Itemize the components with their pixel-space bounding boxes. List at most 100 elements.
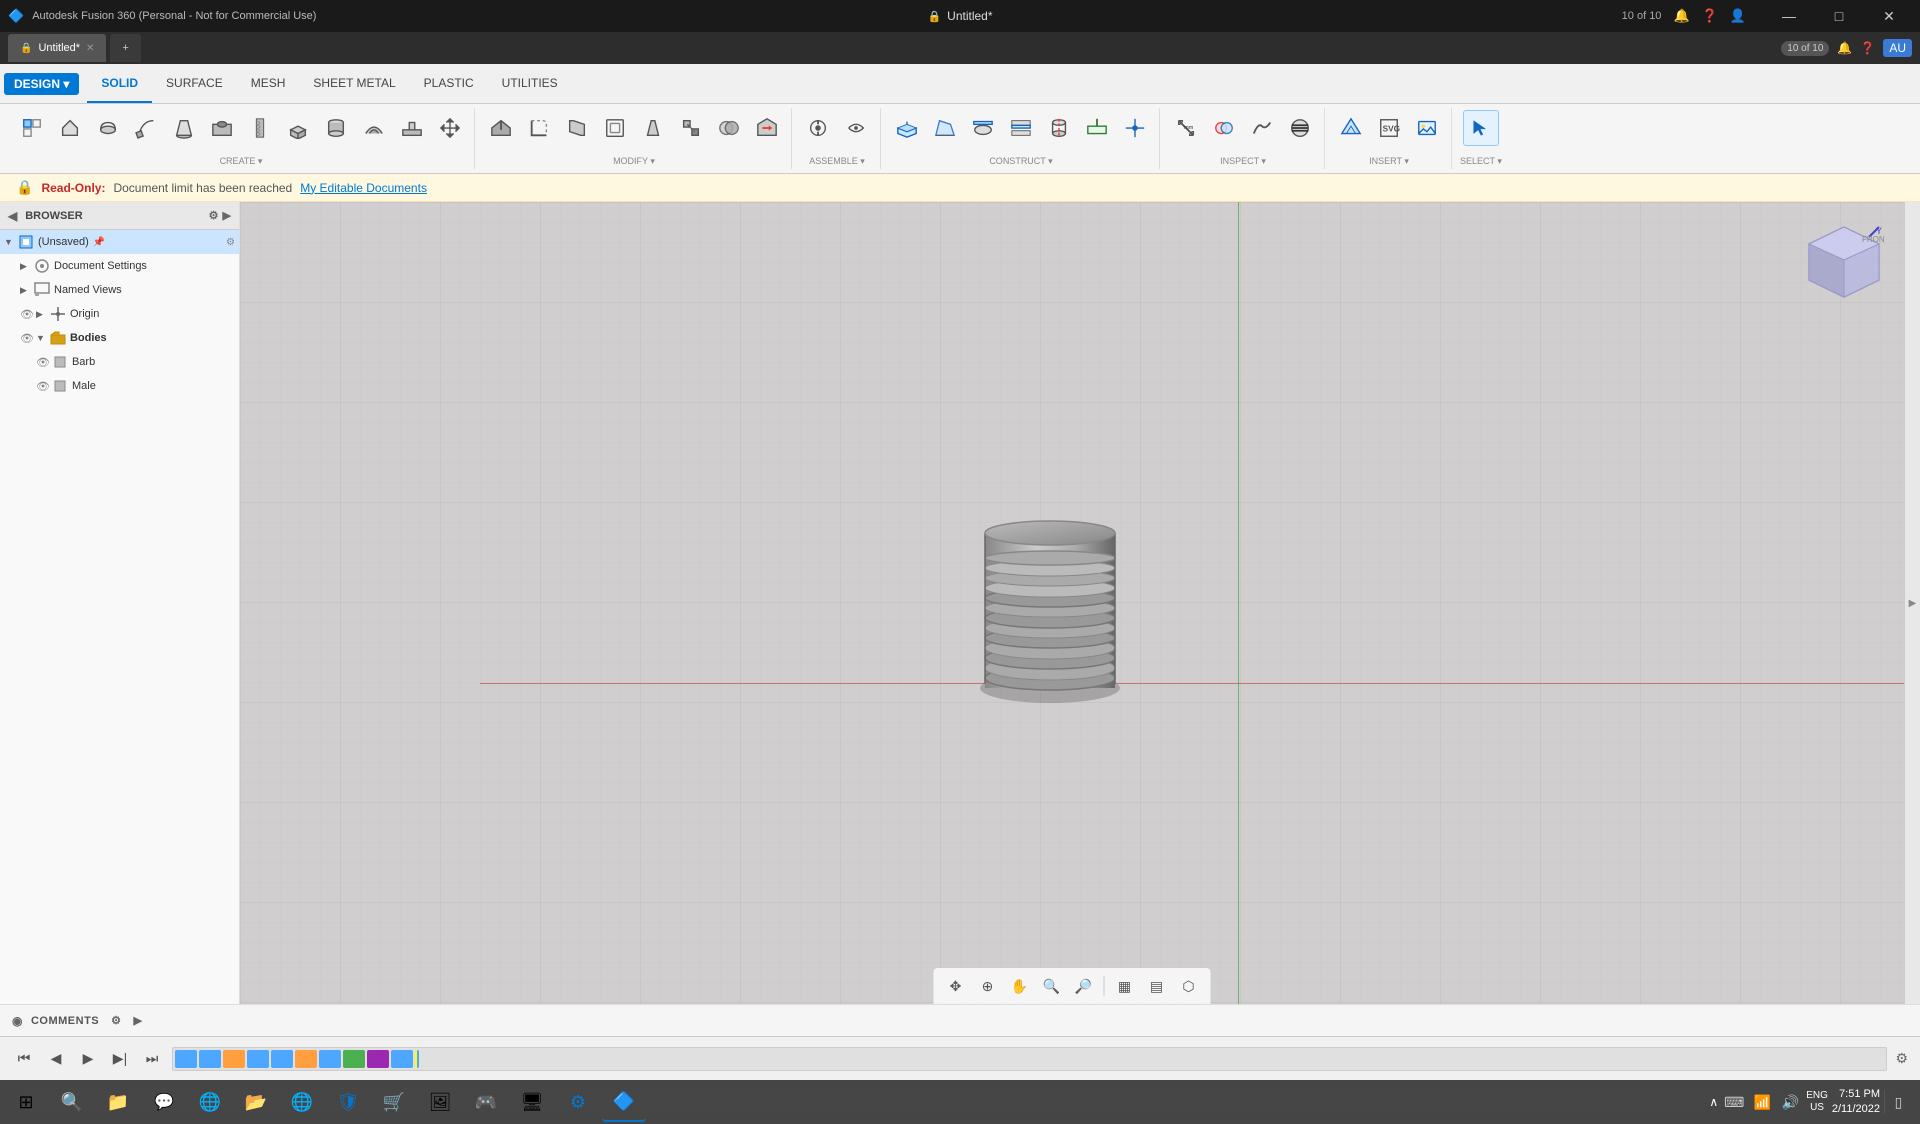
tree-item-barb[interactable]: 👁 Barb [0, 350, 239, 374]
loft-button[interactable] [166, 110, 202, 146]
taskbar-photos[interactable]: 🖼 [418, 1082, 462, 1122]
view-cube[interactable]: Y FRONT [1804, 222, 1884, 302]
plane-at-angle-button[interactable] [927, 110, 963, 146]
timeline-next-button[interactable]: ▶| [108, 1047, 132, 1071]
tree-item-unsaved[interactable]: ▼ (Unsaved) 📌 ⚙ [0, 230, 239, 254]
chamfer-button[interactable] [559, 110, 595, 146]
browser-settings-icon[interactable]: ⚙ [209, 209, 219, 222]
taskbar-chrome[interactable]: 🌐 [280, 1082, 324, 1122]
hole-button[interactable] [204, 110, 240, 146]
viewport[interactable]: Y FRONT [240, 202, 1904, 1004]
timeline-play-button[interactable]: ▶ [76, 1047, 100, 1071]
show-desktop-button[interactable]: ▯ [1884, 1090, 1908, 1114]
browser-expand-icon[interactable]: ▶ [223, 209, 231, 222]
motion-link-button[interactable] [838, 110, 874, 146]
editable-docs-link[interactable]: My Editable Documents [300, 181, 427, 195]
notifications-icon[interactable]: 🔔 [1673, 8, 1689, 24]
help-icon[interactable]: ❓ [1702, 8, 1718, 24]
timeline-prev-button[interactable]: ◀ [44, 1047, 68, 1071]
taskbar-settings-app[interactable]: ⚙ [556, 1082, 600, 1122]
visual-style-button[interactable]: ▤ [1143, 972, 1171, 1000]
point-button[interactable] [1117, 110, 1153, 146]
axis-through-cylinder-button[interactable] [1041, 110, 1077, 146]
scale-button[interactable] [673, 110, 709, 146]
thread-button[interactable] [242, 110, 278, 146]
tab-surface[interactable]: SURFACE [152, 64, 237, 103]
tab-plastic[interactable]: PLASTIC [410, 64, 488, 103]
taskbar-up-arrow[interactable]: ∧ [1709, 1095, 1718, 1109]
tree-item-bodies[interactable]: 👁 ▼ Bodies [0, 326, 239, 350]
taskbar-locale[interactable]: ENGUS [1806, 1090, 1828, 1114]
select-button[interactable] [1463, 110, 1499, 146]
draft-button[interactable] [635, 110, 671, 146]
right-sidebar[interactable]: ▶ [1904, 202, 1920, 1004]
extrude-button[interactable] [52, 110, 88, 146]
zebra-button[interactable] [1282, 110, 1318, 146]
comments-expand-icon[interactable]: ◉ [12, 1014, 23, 1028]
maximize-button[interactable]: □ [1816, 0, 1862, 32]
timeline-item-3[interactable] [223, 1050, 245, 1068]
tree-item-male[interactable]: 👁 Male [0, 374, 239, 398]
timeline-item-10[interactable] [391, 1050, 413, 1068]
environment-button[interactable]: ⬡ [1175, 972, 1203, 1000]
insert-mesh-button[interactable] [1333, 110, 1369, 146]
tab-mesh[interactable]: MESH [237, 64, 300, 103]
box-button[interactable] [280, 110, 316, 146]
design-dropdown[interactable]: DESIGN ▾ [4, 73, 79, 95]
tab-help-icon[interactable]: ❓ [1860, 41, 1875, 55]
tab-account-icon[interactable]: AU [1883, 39, 1912, 57]
search-taskbar-button[interactable]: 🔍 [50, 1082, 94, 1122]
timeline-item-2[interactable] [199, 1050, 221, 1068]
comments-settings-icon[interactable]: ⚙ [111, 1014, 121, 1027]
timeline-item-6[interactable] [295, 1050, 317, 1068]
eye-icon-origin[interactable]: 👁 [20, 308, 34, 321]
minimize-button[interactable]: — [1766, 0, 1812, 32]
tab-sheet-metal[interactable]: SHEET METAL [299, 64, 409, 103]
taskbar-edge[interactable]: 🌐 [188, 1082, 232, 1122]
move-button[interactable] [432, 110, 468, 146]
zoom-button[interactable]: 🔍 [1038, 972, 1066, 1000]
document-tab[interactable]: 🔒 Untitled* ✕ [8, 34, 106, 62]
taskbar-defender[interactable]: 🛡 [326, 1082, 370, 1122]
pan-button[interactable]: ✋ [1006, 972, 1034, 1000]
orbit-button[interactable]: ⊕ [974, 972, 1002, 1000]
taskbar-explorer[interactable]: 📁 [96, 1082, 140, 1122]
fillet-button[interactable] [521, 110, 557, 146]
timeline-item-7[interactable] [319, 1050, 341, 1068]
insert-image-button[interactable] [1409, 110, 1445, 146]
replace-face-button[interactable] [749, 110, 785, 146]
timeline-item-9[interactable] [367, 1050, 389, 1068]
account-icon[interactable]: 👤 [1730, 8, 1746, 24]
insert-svg-button[interactable]: SVG [1371, 110, 1407, 146]
taskbar-clock[interactable]: 7:51 PM 2/11/2022 [1832, 1087, 1880, 1118]
tree-item-origin[interactable]: 👁 ▶ Origin [0, 302, 239, 326]
eye-icon-bodies[interactable]: 👁 [20, 332, 34, 345]
timeline-item-8[interactable] [343, 1050, 365, 1068]
tree-item-doc-settings[interactable]: ▶ Document Settings [0, 254, 239, 278]
move-view-button[interactable]: ✥ [942, 972, 970, 1000]
close-button[interactable]: ✕ [1866, 0, 1912, 32]
midplane-button[interactable] [1003, 110, 1039, 146]
joint-button[interactable] [800, 110, 836, 146]
timeline-last-button[interactable]: ⏭ [140, 1047, 164, 1071]
shell-button[interactable] [597, 110, 633, 146]
tree-settings-icon[interactable]: ⚙ [226, 237, 235, 248]
curvature-button[interactable] [1244, 110, 1280, 146]
tab-notification-icon[interactable]: 🔔 [1837, 41, 1852, 55]
taskbar-network-icon[interactable]: 📶 [1750, 1090, 1774, 1114]
tab-utilities[interactable]: UTILITIES [488, 64, 572, 103]
tree-item-named-views[interactable]: ▶ Named Views [0, 278, 239, 302]
taskbar-keyboard-icon[interactable]: ⌨ [1722, 1090, 1746, 1114]
display-mode-button[interactable]: ▦ [1111, 972, 1139, 1000]
timeline-item-1[interactable] [175, 1050, 197, 1068]
new-tab-button[interactable]: + [110, 34, 140, 62]
interference-button[interactable] [1206, 110, 1242, 146]
offset-plane-button[interactable] [889, 110, 925, 146]
timeline-first-button[interactable]: ⏮ [12, 1047, 36, 1071]
taskbar-files[interactable]: 📂 [234, 1082, 278, 1122]
axis-perpendicular-button[interactable] [1079, 110, 1115, 146]
timeline-item-5[interactable] [271, 1050, 293, 1068]
rib-button[interactable] [394, 110, 430, 146]
eye-icon-male[interactable]: 👁 [36, 380, 50, 393]
new-component-button[interactable] [14, 110, 50, 146]
